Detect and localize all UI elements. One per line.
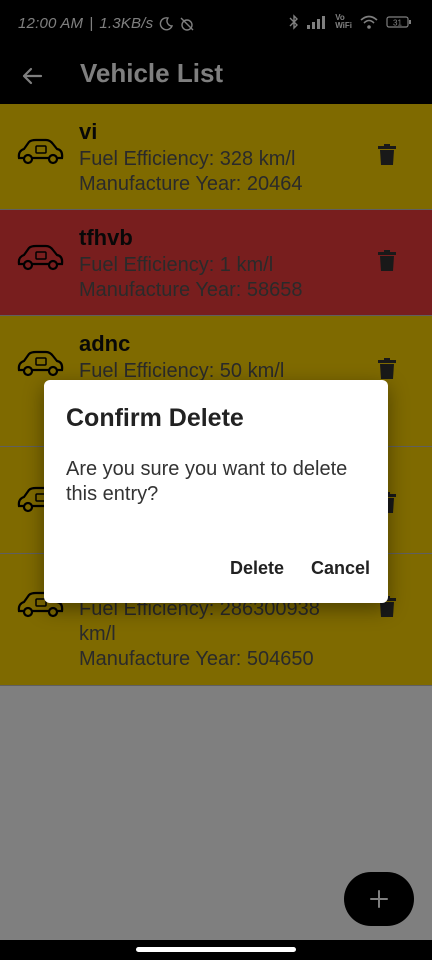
confirm-delete-button[interactable]: Delete — [226, 555, 288, 582]
confirm-delete-dialog: Confirm Delete Are you sure you want to … — [44, 380, 388, 603]
cancel-button[interactable]: Cancel — [307, 555, 374, 582]
dialog-message: Are you sure you want to delete this ent… — [66, 458, 348, 505]
home-gesture-handle[interactable] — [136, 947, 296, 952]
system-nav-bar — [0, 940, 432, 960]
dialog-title: Confirm Delete — [66, 404, 244, 432]
